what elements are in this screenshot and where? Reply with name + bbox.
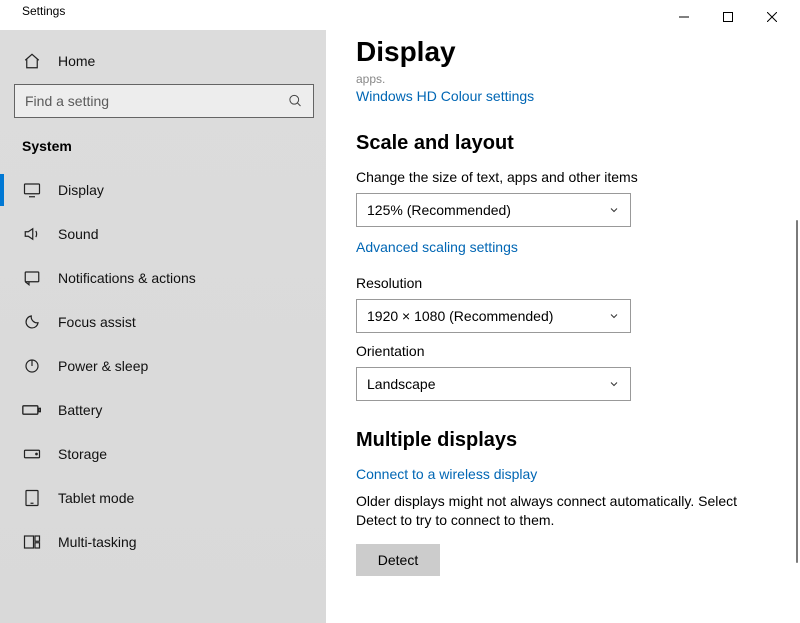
window-title: Settings [22, 4, 662, 18]
scale-dropdown[interactable]: 125% (Recommended) [356, 193, 631, 227]
sidebar-item-label: Power & sleep [58, 358, 148, 374]
home-label: Home [58, 53, 95, 69]
battery-icon [22, 403, 42, 417]
sidebar-item-storage[interactable]: Storage [0, 432, 326, 476]
close-button[interactable] [750, 4, 794, 30]
page-title: Display [356, 36, 782, 68]
power-icon [22, 357, 42, 375]
sidebar-item-battery[interactable]: Battery [0, 388, 326, 432]
hd-colour-settings-link[interactable]: Windows HD Colour settings [356, 88, 534, 104]
tablet-icon [22, 489, 42, 507]
sidebar-item-label: Focus assist [58, 314, 136, 330]
chevron-down-icon [608, 204, 620, 216]
scale-layout-heading: Scale and layout [356, 132, 782, 155]
resolution-dropdown[interactable]: 1920 × 1080 (Recommended) [356, 299, 631, 333]
storage-icon [22, 447, 42, 461]
sidebar-section-system: System [0, 134, 326, 168]
scale-field-label: Change the size of text, apps and other … [356, 169, 782, 185]
wireless-display-link[interactable]: Connect to a wireless display [356, 466, 537, 482]
display-icon [22, 181, 42, 199]
focus-icon [22, 313, 42, 331]
search-input[interactable] [25, 93, 283, 109]
sidebar-nav-list: Display Sound Notifications & actions [0, 168, 326, 564]
detect-button[interactable]: Detect [356, 544, 440, 576]
home-icon [22, 52, 42, 70]
orientation-field-label: Orientation [356, 343, 782, 359]
sidebar-item-notifications[interactable]: Notifications & actions [0, 256, 326, 300]
resolution-dropdown-value: 1920 × 1080 (Recommended) [367, 308, 553, 324]
sidebar-item-multitasking[interactable]: Multi-tasking [0, 520, 326, 564]
sidebar-item-label: Display [58, 182, 104, 198]
orientation-dropdown[interactable]: Landscape [356, 367, 631, 401]
scale-dropdown-value: 125% (Recommended) [367, 202, 511, 218]
advanced-scaling-link[interactable]: Advanced scaling settings [356, 239, 518, 255]
search-icon [288, 94, 303, 109]
sidebar-item-label: Notifications & actions [58, 270, 196, 286]
sound-icon [22, 225, 42, 243]
sidebar: Home System Display [0, 30, 326, 623]
sidebar-item-label: Tablet mode [58, 490, 134, 506]
detect-help-text: Older displays might not always connect … [356, 492, 776, 530]
scrollbar[interactable] [796, 220, 798, 563]
sidebar-item-sound[interactable]: Sound [0, 212, 326, 256]
search-input-wrapper[interactable] [14, 84, 314, 118]
truncated-previous-text: apps. [356, 72, 782, 86]
sidebar-item-label: Multi-tasking [58, 534, 137, 550]
orientation-dropdown-value: Landscape [367, 376, 436, 392]
minimize-button[interactable] [662, 4, 706, 30]
sidebar-item-focus-assist[interactable]: Focus assist [0, 300, 326, 344]
sidebar-item-display[interactable]: Display [0, 168, 326, 212]
notifications-icon [22, 269, 42, 287]
sidebar-item-label: Sound [58, 226, 98, 242]
sidebar-item-label: Storage [58, 446, 107, 462]
maximize-button[interactable] [706, 4, 750, 30]
sidebar-item-label: Battery [58, 402, 102, 418]
chevron-down-icon [608, 310, 620, 322]
home-button[interactable]: Home [0, 42, 326, 80]
content-pane: Display apps. Windows HD Colour settings… [326, 30, 800, 623]
chevron-down-icon [608, 378, 620, 390]
multitasking-icon [22, 533, 42, 551]
sidebar-item-power-sleep[interactable]: Power & sleep [0, 344, 326, 388]
resolution-field-label: Resolution [356, 275, 782, 291]
sidebar-item-tablet-mode[interactable]: Tablet mode [0, 476, 326, 520]
multiple-displays-heading: Multiple displays [356, 429, 782, 452]
